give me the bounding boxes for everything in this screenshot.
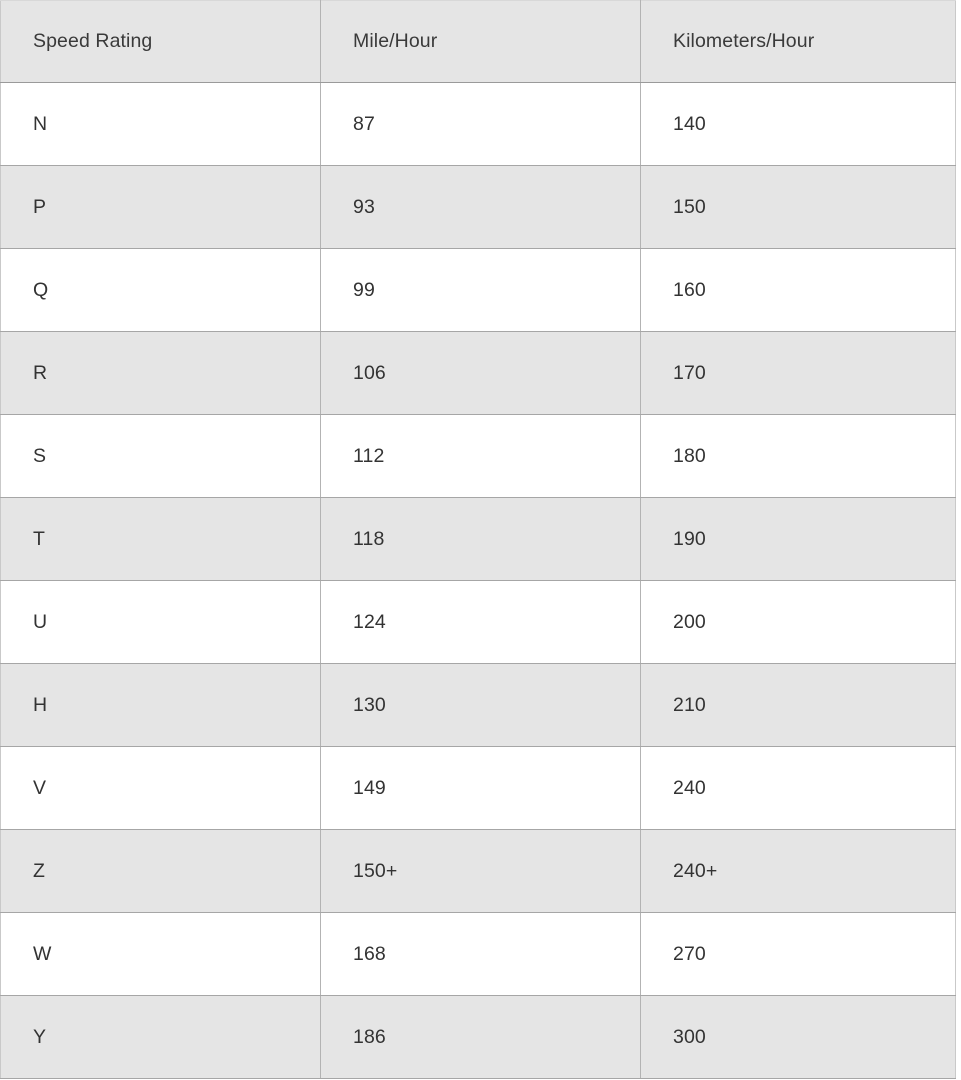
table-row: Z 150+ 240+ — [0, 829, 956, 913]
table-row: Q 99 160 — [0, 248, 956, 332]
cell-mile-per-hour: 87 — [320, 82, 641, 166]
cell-kilometers-per-hour: 240 — [640, 746, 956, 830]
cell-mile-per-hour: 93 — [320, 165, 641, 249]
table-body: N 87 140 P 93 150 Q 99 160 R 106 170 S 1 — [0, 82, 956, 1079]
cell-kilometers-per-hour: 200 — [640, 580, 956, 664]
cell-kilometers-per-hour: 180 — [640, 414, 956, 498]
speed-rating-table-container: Speed Rating Mile/Hour Kilometers/Hour N… — [0, 0, 961, 1080]
cell-kilometers-per-hour: 270 — [640, 912, 956, 996]
table-row: T 118 190 — [0, 497, 956, 581]
cell-speed-rating: S — [0, 414, 321, 498]
cell-mile-per-hour: 130 — [320, 663, 641, 747]
cell-kilometers-per-hour: 140 — [640, 82, 956, 166]
cell-speed-rating: P — [0, 165, 321, 249]
table-row: S 112 180 — [0, 414, 956, 498]
cell-mile-per-hour: 106 — [320, 331, 641, 415]
cell-mile-per-hour: 124 — [320, 580, 641, 664]
cell-speed-rating: V — [0, 746, 321, 830]
cell-speed-rating: N — [0, 82, 321, 166]
cell-mile-per-hour: 186 — [320, 995, 641, 1079]
cell-speed-rating: T — [0, 497, 321, 581]
cell-speed-rating: R — [0, 331, 321, 415]
cell-speed-rating: W — [0, 912, 321, 996]
table-row: R 106 170 — [0, 331, 956, 415]
cell-kilometers-per-hour: 190 — [640, 497, 956, 581]
cell-kilometers-per-hour: 150 — [640, 165, 956, 249]
cell-mile-per-hour: 112 — [320, 414, 641, 498]
column-header-kilometers-per-hour: Kilometers/Hour — [640, 0, 956, 83]
cell-speed-rating: Y — [0, 995, 321, 1079]
table-row: W 168 270 — [0, 912, 956, 996]
cell-mile-per-hour: 150+ — [320, 829, 641, 913]
cell-mile-per-hour: 168 — [320, 912, 641, 996]
cell-mile-per-hour: 99 — [320, 248, 641, 332]
table-row: Y 186 300 — [0, 995, 956, 1079]
table-row: N 87 140 — [0, 82, 956, 166]
cell-kilometers-per-hour: 210 — [640, 663, 956, 747]
cell-kilometers-per-hour: 170 — [640, 331, 956, 415]
cell-speed-rating: H — [0, 663, 321, 747]
table-header: Speed Rating Mile/Hour Kilometers/Hour — [0, 0, 956, 83]
cell-kilometers-per-hour: 160 — [640, 248, 956, 332]
cell-mile-per-hour: 118 — [320, 497, 641, 581]
table-row: V 149 240 — [0, 746, 956, 830]
table-header-row: Speed Rating Mile/Hour Kilometers/Hour — [0, 0, 956, 83]
speed-rating-table: Speed Rating Mile/Hour Kilometers/Hour N… — [0, 0, 956, 1079]
cell-kilometers-per-hour: 240+ — [640, 829, 956, 913]
cell-speed-rating: Z — [0, 829, 321, 913]
cell-speed-rating: U — [0, 580, 321, 664]
cell-kilometers-per-hour: 300 — [640, 995, 956, 1079]
cell-speed-rating: Q — [0, 248, 321, 332]
column-header-mile-per-hour: Mile/Hour — [320, 0, 641, 83]
table-row: U 124 200 — [0, 580, 956, 664]
table-row: P 93 150 — [0, 165, 956, 249]
cell-mile-per-hour: 149 — [320, 746, 641, 830]
column-header-speed-rating: Speed Rating — [0, 0, 321, 83]
table-row: H 130 210 — [0, 663, 956, 747]
